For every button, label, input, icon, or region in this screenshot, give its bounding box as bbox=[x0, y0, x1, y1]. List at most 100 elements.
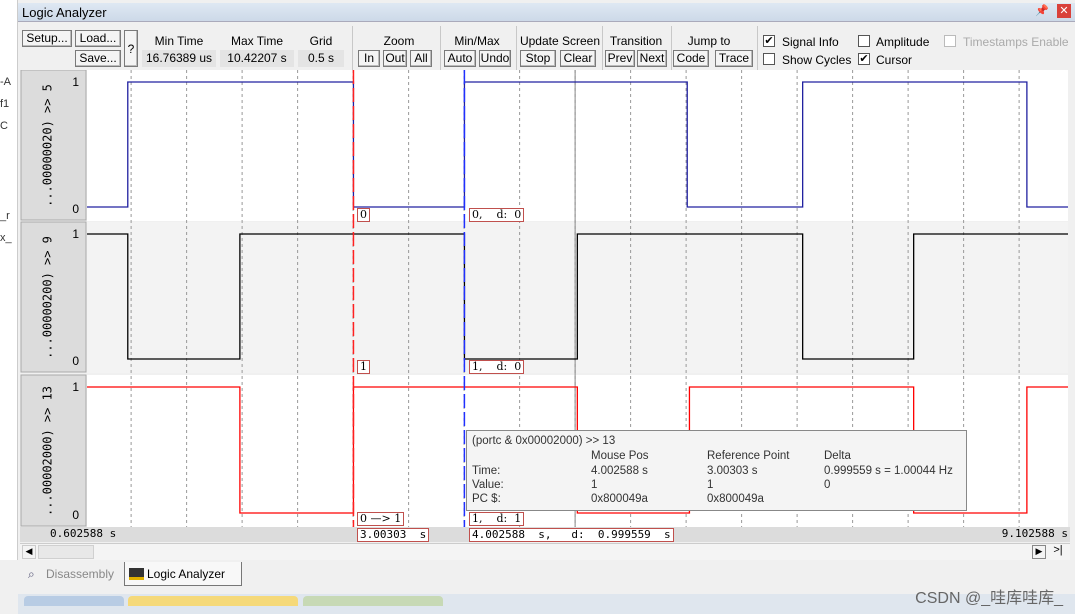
tab-label: Disassembly bbox=[46, 567, 115, 581]
zoom-label: Zoom bbox=[383, 34, 415, 48]
tooltip-row-pc: PC $: bbox=[472, 493, 501, 505]
min-time-label: Min Time bbox=[154, 34, 204, 48]
mouse-value-marker: 1, d: 1 bbox=[469, 512, 525, 526]
load-button[interactable]: Load... bbox=[75, 30, 121, 47]
divider bbox=[352, 26, 353, 70]
jump-trace-button[interactable]: Trace bbox=[715, 50, 753, 67]
signal-low-label: 0 bbox=[72, 508, 79, 522]
signal-info-label: Signal Info bbox=[782, 35, 839, 49]
signal-high-label: 1 bbox=[72, 75, 79, 89]
cursor-label: Cursor bbox=[876, 53, 913, 67]
background-window-strip: -A f1 C _r x_ bbox=[0, 0, 18, 560]
scroll-right-icon[interactable]: ▶ bbox=[1032, 545, 1046, 559]
signal-row-bg bbox=[87, 70, 1068, 221]
signal-name: ...00000020) >> 5 bbox=[41, 84, 55, 207]
strip-text: f1 bbox=[0, 98, 10, 110]
axis-end-time: 9.102588 s bbox=[1001, 527, 1068, 540]
grid-value: 0.5 s bbox=[298, 50, 344, 67]
max-time-value: 10.42207 s bbox=[220, 50, 294, 67]
tab-logic-analyzer[interactable]: Logic Analyzer bbox=[124, 562, 242, 586]
tab-label: Logic Analyzer bbox=[147, 567, 226, 581]
ref-value-marker: 0 bbox=[357, 208, 370, 222]
tooltip-time-ref: 3.00303 s bbox=[707, 465, 758, 477]
close-icon[interactable]: ✕ bbox=[1057, 4, 1071, 18]
zoom-out-button[interactable]: Out bbox=[383, 50, 407, 67]
divider bbox=[602, 26, 603, 70]
auto-button[interactable]: Auto bbox=[444, 50, 476, 67]
amplitude-label: Amplitude bbox=[876, 35, 930, 49]
show-cycles-label: Show Cycles bbox=[782, 53, 852, 67]
setup-button[interactable]: Setup... bbox=[22, 30, 72, 47]
window-title: Logic Analyzer bbox=[22, 5, 107, 20]
disassembly-icon: ⌕ bbox=[28, 567, 35, 581]
mouse-value-marker: 0, d: 0 bbox=[469, 208, 525, 222]
zoom-all-button[interactable]: All bbox=[410, 50, 432, 67]
cursor-checkbox[interactable]: ✔ bbox=[858, 53, 870, 65]
stop-button[interactable]: Stop bbox=[520, 50, 556, 67]
grid-label: Grid bbox=[309, 34, 333, 48]
signal-high-label: 1 bbox=[72, 227, 79, 241]
tooltip-time-delta: 0.999559 s = 1.00044 Hz bbox=[824, 465, 953, 477]
tray-item[interactable] bbox=[24, 596, 124, 606]
jump-to-label: Jump to bbox=[687, 34, 731, 48]
divider bbox=[671, 26, 672, 70]
strip-text: -A bbox=[0, 76, 11, 88]
tab-disassembly[interactable]: ⌕ Disassembly bbox=[24, 562, 124, 586]
min-time-value: 16.76389 us bbox=[142, 50, 216, 67]
undo-button[interactable]: Undo bbox=[479, 50, 511, 67]
divider bbox=[757, 26, 758, 70]
toolbar: Setup... Load... Save... ? Min Time 16.7… bbox=[18, 24, 1075, 70]
next-button[interactable]: Next bbox=[637, 50, 667, 67]
timestamps-label: Timestamps Enable bbox=[963, 35, 1069, 49]
prev-button[interactable]: Prev bbox=[605, 50, 635, 67]
tooltip-title: (portc & 0x00002000) >> 13 bbox=[472, 435, 616, 447]
tooltip-row-time: Time: bbox=[472, 465, 501, 477]
logic-analyzer-icon bbox=[129, 568, 144, 580]
zoom-in-button[interactable]: In bbox=[358, 50, 380, 67]
help-button[interactable]: ? bbox=[124, 30, 138, 67]
timestamps-checkbox bbox=[944, 35, 956, 47]
watermark: CSDN @_哇库哇库_ bbox=[915, 590, 1063, 607]
amplitude-checkbox[interactable] bbox=[858, 35, 870, 47]
show-cycles-checkbox[interactable] bbox=[763, 53, 775, 65]
tooltip-time-mouse: 4.002588 s bbox=[591, 465, 648, 477]
minmax-label: Min/Max bbox=[454, 34, 500, 48]
pin-icon[interactable]: 📌 bbox=[1035, 4, 1049, 17]
mouse-cursor-time: 4.002588 s, d: 0.999559 s bbox=[469, 528, 674, 542]
strip-text: x_ bbox=[0, 232, 12, 244]
scroll-end-icon[interactable]: >| bbox=[1049, 544, 1067, 560]
signal-low-label: 0 bbox=[72, 202, 79, 216]
jump-code-button[interactable]: Code bbox=[673, 50, 709, 67]
tooltip-pc-mouse: 0x800049a bbox=[591, 493, 648, 505]
clear-button[interactable]: Clear bbox=[560, 50, 596, 67]
tooltip-row-value: Value: bbox=[472, 479, 504, 491]
strip-text: _r bbox=[0, 210, 10, 222]
ref-value-marker: 1 bbox=[357, 360, 370, 374]
divider bbox=[516, 26, 517, 70]
time-axis: 0.602588 s 3.00303 s 4.002588 s, d: 0.99… bbox=[20, 527, 1070, 542]
signal-info-tooltip: (portc & 0x00002000) >> 13 Mouse Pos Ref… bbox=[466, 430, 967, 511]
save-button[interactable]: Save... bbox=[75, 50, 121, 67]
tray-item[interactable] bbox=[128, 596, 298, 606]
scroll-thumb[interactable] bbox=[38, 545, 94, 559]
divider bbox=[440, 26, 441, 70]
signal-high-label: 1 bbox=[72, 380, 79, 394]
strip-text: C bbox=[0, 120, 8, 132]
max-time-label: Max Time bbox=[230, 34, 283, 48]
axis-start-time: 0.602588 s bbox=[50, 527, 117, 540]
signal-info-checkbox[interactable]: ✔ bbox=[763, 35, 775, 47]
tray-item[interactable] bbox=[303, 596, 443, 606]
update-screen-label: Update Screen bbox=[519, 34, 601, 48]
signal-name: ...00002000) >> 13 bbox=[41, 386, 55, 516]
tooltip-col-ref: Reference Point bbox=[707, 450, 790, 462]
ref-cursor-time: 3.00303 s bbox=[357, 528, 430, 542]
horizontal-scrollbar[interactable]: ◀ ▶ >| bbox=[20, 543, 1070, 560]
tooltip-value-mouse: 1 bbox=[591, 479, 598, 491]
scroll-left-icon[interactable]: ◀ bbox=[22, 545, 36, 559]
tooltip-pc-ref: 0x800049a bbox=[707, 493, 764, 505]
signal-name: ...00000200) >> 9 bbox=[41, 236, 55, 359]
ref-value-marker: 0 —> 1 bbox=[357, 512, 405, 526]
window-titlebar: Logic Analyzer 📌 ✕ bbox=[18, 3, 1075, 22]
tooltip-value-ref: 1 bbox=[707, 479, 714, 491]
signal-low-label: 0 bbox=[72, 354, 79, 368]
